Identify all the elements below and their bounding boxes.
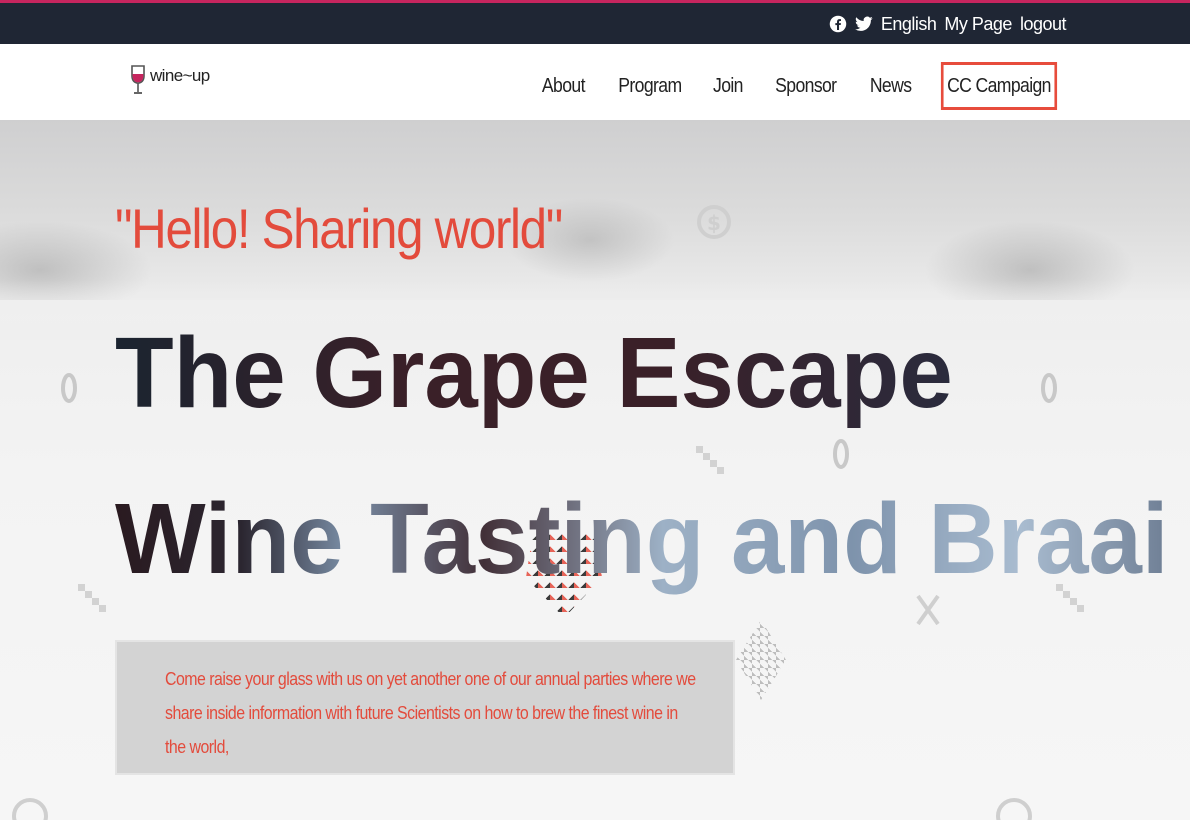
language-link[interactable]: English: [881, 14, 937, 35]
smiley-shape-icon: [10, 796, 50, 820]
nav-news[interactable]: News: [858, 62, 922, 110]
nav-join[interactable]: Join: [702, 62, 755, 110]
logo-text: wine~up: [150, 66, 210, 85]
hero-section: $ "Hello! Sharing world" The Grape Escap…: [0, 120, 1190, 820]
nav-program[interactable]: Program: [606, 62, 692, 110]
nav-about[interactable]: About: [530, 62, 596, 110]
twitter-icon[interactable]: [854, 15, 873, 33]
hero-title-line1: The Grape Escape: [115, 317, 953, 429]
hero-title-line2: Wine Tasting and Braai: [115, 483, 1169, 595]
my-page-link[interactable]: My Page: [944, 14, 1012, 35]
zero-shape-icon: [1040, 370, 1058, 411]
smiley-shape-icon: [994, 796, 1034, 820]
intro-text: Come raise your glass with us on yet ano…: [165, 668, 696, 757]
wine-glass-icon: [130, 64, 146, 101]
dollar-circle-icon: $: [696, 198, 732, 251]
pixel-steps-icon: [78, 584, 108, 629]
facebook-icon[interactable]: [829, 15, 847, 33]
primary-nav: About Program Join Sponsor News CC Campa…: [526, 62, 1065, 110]
top-utility-bar: English My Page logout: [0, 0, 1190, 44]
utility-links: English My Page logout: [829, 11, 1067, 37]
svg-text:$: $: [707, 211, 721, 235]
nav-cc-campaign[interactable]: CC Campaign: [941, 62, 1058, 110]
intro-box: Come raise your glass with us on yet ano…: [115, 640, 735, 775]
zero-shape-icon: [60, 370, 78, 414]
site-logo[interactable]: wine~up: [130, 64, 210, 101]
logout-link[interactable]: logout: [1020, 14, 1067, 35]
zero-shape-icon: [832, 436, 850, 477]
diamond-pattern-icon: [736, 620, 786, 700]
cross-shape-icon: [916, 592, 940, 633]
nav-sponsor[interactable]: Sponsor: [764, 62, 848, 110]
hero-tagline: "Hello! Sharing world": [115, 197, 563, 260]
main-navbar: wine~up About Program Join Sponsor News …: [0, 44, 1190, 120]
